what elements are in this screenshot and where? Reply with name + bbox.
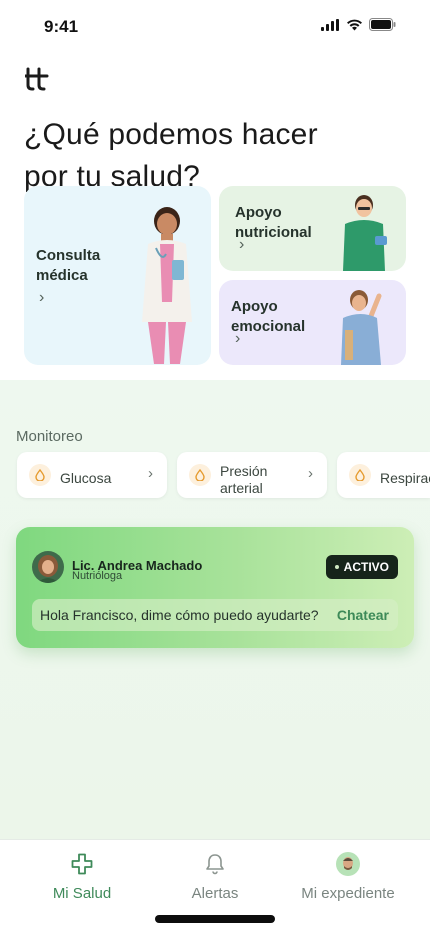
home-indicator	[155, 915, 275, 923]
chat-button[interactable]: Chatear	[337, 607, 389, 623]
apoyo-nutricional-label: Apoyo nutricional	[235, 204, 312, 241]
status-icons	[321, 18, 396, 31]
chevron-right-icon: ›	[235, 330, 241, 347]
monitor-item-glucosa[interactable]: Glucosa ›	[17, 452, 167, 498]
assistant-role: Nutrióloga	[72, 570, 123, 582]
tab-label: Mi Salud	[52, 885, 112, 902]
chevron-right-icon: ›	[308, 465, 313, 482]
monitor-item-label: Glucosa	[60, 470, 112, 486]
status-bar: 9:41	[0, 0, 430, 52]
status-dot-icon	[334, 565, 339, 569]
avatar-icon	[336, 852, 360, 876]
chat-message: Hola Francisco, dime cómo puedo ayudarte…	[40, 607, 319, 623]
monitor-item-label: Respiración	[380, 470, 430, 486]
avatar	[32, 551, 64, 583]
signal-icon	[321, 18, 339, 31]
drop-icon	[189, 464, 211, 486]
apoyo-nutricional-card[interactable]: Apoyo nutricional ›	[219, 186, 406, 271]
chevron-right-icon: ›	[148, 465, 153, 482]
assistant-card[interactable]: Lic. Andrea Machado Nutrióloga ACTIVO Ho…	[16, 527, 414, 648]
tab-mi-expediente[interactable]: Mi expediente	[283, 848, 413, 902]
tab-label: Alertas	[191, 885, 239, 902]
status-time: 9:41	[44, 17, 79, 36]
chat-prompt-row[interactable]: Hola Francisco, dime cómo puedo ayudarte…	[32, 599, 398, 631]
chevron-right-icon: ›	[39, 289, 45, 306]
monitoreo-title: Monitoreo	[16, 428, 83, 445]
monitor-item-label: Presión arterial	[220, 463, 268, 496]
status-badge-label: ACTIVO	[343, 560, 389, 574]
apoyo-emocional-card[interactable]: Apoyo emocional ›	[219, 280, 406, 365]
consulta-medica-card[interactable]: Consulta médica ›	[24, 186, 211, 365]
chevron-right-icon: ›	[239, 236, 245, 253]
tab-label: Mi expediente	[301, 885, 395, 902]
drop-icon	[349, 464, 371, 486]
tab-alertas[interactable]: Alertas	[150, 848, 280, 902]
nutritionist-illustration	[343, 195, 387, 271]
battery-icon	[369, 18, 396, 31]
apoyo-emocional-label: Apoyo emocional	[231, 298, 306, 335]
status-badge: ACTIVO	[325, 555, 398, 579]
doctor-illustration	[142, 207, 192, 364]
drop-icon	[29, 464, 51, 486]
bell-icon	[206, 854, 224, 875]
tab-mi-salud[interactable]: Mi Salud	[17, 848, 147, 902]
psychologist-illustration	[341, 290, 382, 365]
monitor-item-respiracion[interactable]: Respiración	[337, 452, 430, 498]
wifi-icon	[347, 19, 362, 30]
brand-logo	[25, 67, 49, 91]
monitor-item-presion[interactable]: Presión arterial ›	[177, 452, 327, 498]
consulta-medica-label: Consulta médica	[36, 247, 101, 284]
medical-cross-icon	[71, 853, 93, 875]
